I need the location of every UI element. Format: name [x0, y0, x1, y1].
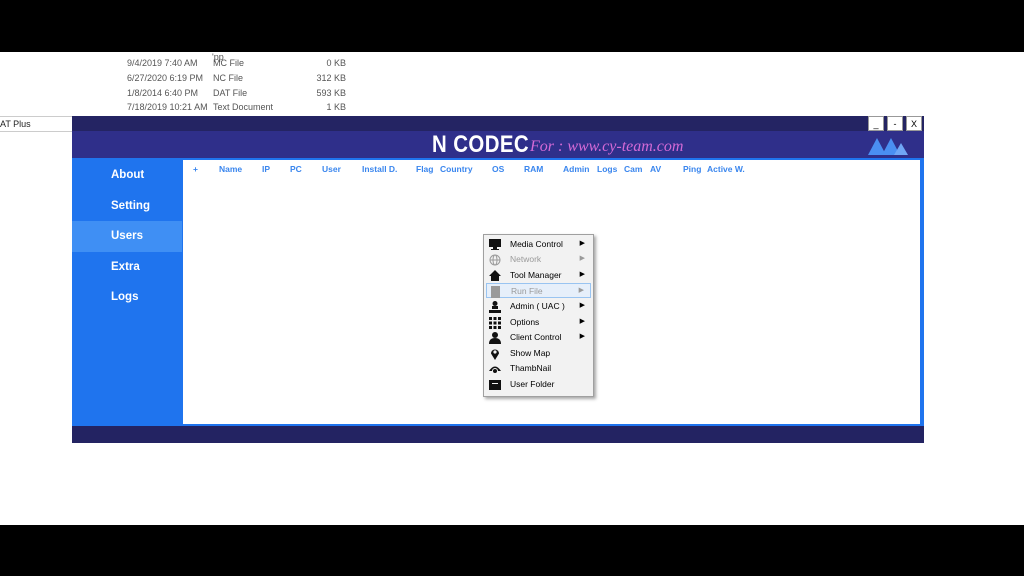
sidebar-item-setting[interactable]: Setting [72, 191, 183, 222]
submenu-arrow-icon: ▶ [578, 287, 584, 294]
submenu-arrow-icon: ▶ [579, 240, 585, 247]
column-header-ping[interactable]: Ping [683, 164, 701, 174]
sidebar-item-logs[interactable]: Logs [72, 282, 183, 313]
menu-item-label: Admin ( UAC ) [510, 301, 565, 311]
menu-item-label: ThambNail [510, 363, 552, 373]
menu-item-label: Media Control [510, 239, 563, 249]
file-date: 6/27/2020 6:19 PM [127, 73, 204, 83]
user-icon [488, 331, 501, 344]
sidebar: About Setting Users Extra Logs [72, 158, 183, 426]
admin-icon [488, 300, 501, 313]
column-header-os[interactable]: OS [492, 164, 504, 174]
column-header-av[interactable]: AV [650, 164, 661, 174]
title-banner: N CODEC For : www.cy-team.com [72, 131, 924, 158]
file-date: 1/8/2014 6:40 PM [127, 88, 199, 98]
submenu-arrow-icon: ▶ [579, 333, 585, 340]
column-header-add[interactable]: + [193, 164, 198, 174]
minimize-button[interactable]: _ [868, 116, 884, 131]
file-type: DAT File [213, 88, 248, 98]
sidebar-item-extra[interactable]: Extra [72, 252, 183, 283]
sidebar-item-about[interactable]: About [72, 160, 183, 191]
menu-item-network[interactable]: Network ▶ [486, 252, 591, 267]
menu-item-label: Options [510, 317, 540, 327]
menu-item-label: Tool Manager [510, 270, 562, 280]
file-size: 593 KB [316, 88, 346, 98]
column-header-user[interactable]: User [322, 164, 341, 174]
menu-item-media-control[interactable]: Media Control ▶ [486, 237, 591, 252]
column-header-ip[interactable]: IP [262, 164, 270, 174]
status-bar [72, 426, 924, 443]
column-header-logs[interactable]: Logs [597, 164, 617, 174]
menu-item-user-folder[interactable]: User Folder [486, 377, 591, 392]
menu-item-label: Run File [511, 286, 543, 296]
menu-item-tool-manager[interactable]: Tool Manager ▶ [486, 268, 591, 283]
close-button[interactable]: X [906, 116, 922, 131]
background-window-tab[interactable]: AT Plus [0, 116, 72, 132]
home-icon [488, 269, 501, 282]
menu-item-show-map[interactable]: Show Map [486, 346, 591, 361]
column-header-pc[interactable]: PC [290, 164, 302, 174]
submenu-arrow-icon: ▶ [579, 255, 585, 262]
column-header-admin[interactable]: Admin [563, 164, 589, 174]
column-header-name[interactable]: Name [219, 164, 242, 174]
file-date: 7/18/2019 10:21 AM [127, 102, 208, 112]
eye-icon [488, 362, 501, 375]
window-controls: _ - X [868, 116, 925, 131]
sidebar-item-users[interactable]: Users [72, 221, 183, 252]
submenu-arrow-icon: ▶ [579, 318, 585, 325]
menu-item-run-file[interactable]: Run File ▶ [486, 283, 591, 298]
file-icon [489, 285, 502, 298]
app-title: N CODEC [432, 131, 530, 158]
column-header-flag[interactable]: Flag [416, 164, 433, 174]
map-pin-icon [488, 347, 501, 360]
logo-icon [868, 135, 908, 160]
menu-item-label: User Folder [510, 379, 555, 389]
desktop-screen: 'pp 9/4/2019 7:40 AM MC File 0 KB 6/27/2… [0, 52, 1024, 525]
column-header-install-date[interactable]: Install D. [362, 164, 397, 174]
file-type: MC File [213, 58, 244, 68]
context-menu: Media Control ▶ Network ▶ Tool Manager ▶… [483, 234, 594, 397]
menu-item-admin-uac[interactable]: Admin ( UAC ) ▶ [486, 299, 591, 314]
submenu-arrow-icon: ▶ [579, 271, 585, 278]
menu-item-label: Network [510, 254, 542, 264]
menu-item-thambnail[interactable]: ThambNail [486, 361, 591, 376]
column-header-active-window[interactable]: Active W. [707, 164, 745, 174]
file-size: 312 KB [316, 73, 346, 83]
globe-icon [488, 253, 501, 266]
file-date: 9/4/2019 7:40 AM [127, 58, 198, 68]
menu-item-label: Show Map [510, 348, 551, 358]
column-header-cam[interactable]: Cam [624, 164, 642, 174]
file-size: 0 KB [326, 58, 346, 68]
menu-item-client-control[interactable]: Client Control ▶ [486, 330, 591, 345]
menu-item-options[interactable]: Options ▶ [486, 315, 591, 330]
monitor-icon [488, 238, 501, 251]
grid-icon [488, 316, 501, 329]
app-subtitle: For : www.cy-team.com [530, 138, 684, 155]
folder-icon [488, 378, 501, 391]
column-header-ram[interactable]: RAM [524, 164, 543, 174]
menu-item-label: Client Control [510, 332, 562, 342]
column-header-country[interactable]: Country [440, 164, 473, 174]
file-type: NC File [213, 73, 244, 83]
restore-button[interactable]: - [887, 116, 903, 131]
file-type: Text Document [213, 102, 274, 112]
file-size: 1 KB [326, 102, 346, 112]
submenu-arrow-icon: ▶ [579, 302, 585, 309]
